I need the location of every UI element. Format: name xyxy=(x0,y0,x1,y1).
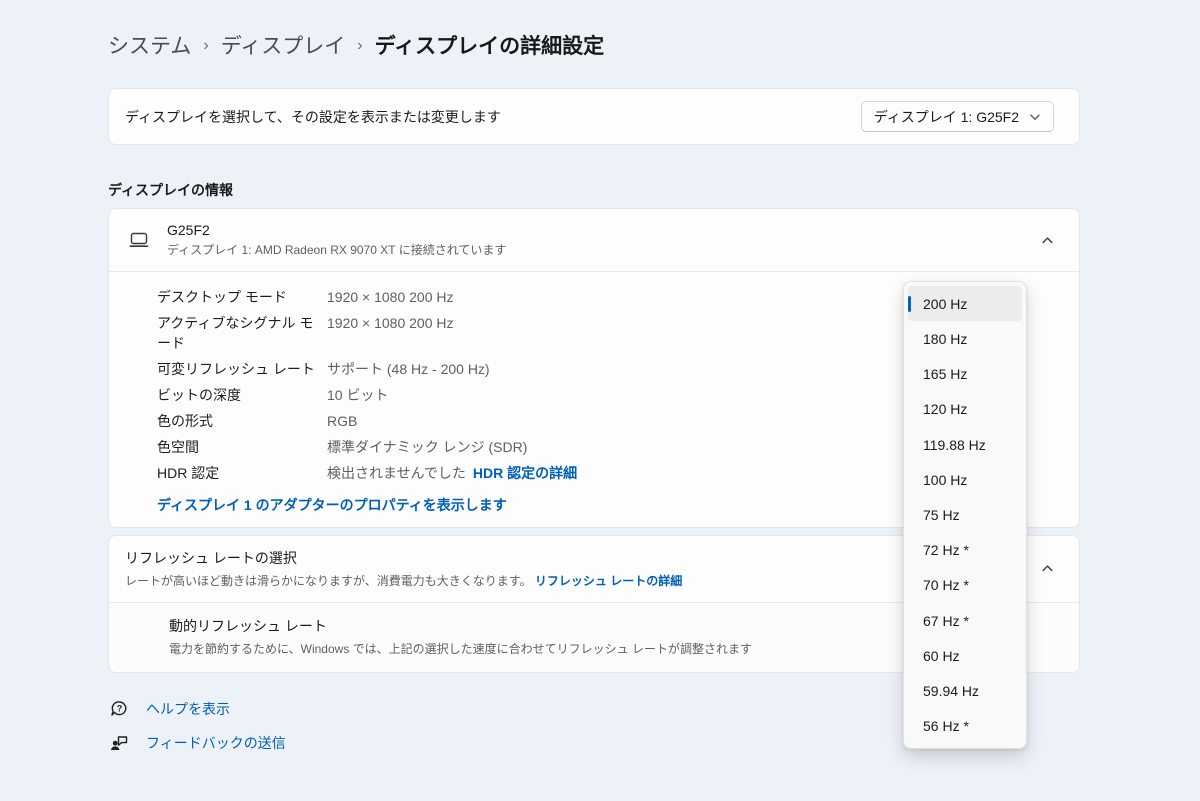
refresh-rate-option-label: 119.88 Hz xyxy=(923,436,986,453)
refresh-rate-description-text: レートが高いほど動きは滑らかになりますが、消費電力も大きくなります。 xyxy=(125,574,532,588)
refresh-rate-option-label: 180 Hz xyxy=(923,330,968,347)
breadcrumb: システム › ディスプレイ › ディスプレイの詳細設定 xyxy=(108,30,1080,60)
refresh-rate-option[interactable]: 60 Hz xyxy=(908,638,1022,673)
breadcrumb-display[interactable]: ディスプレイ xyxy=(221,30,346,60)
refresh-rate-option[interactable]: 119.88 Hz xyxy=(908,427,1022,462)
refresh-rate-option-label: 100 Hz xyxy=(923,471,968,488)
refresh-rate-option[interactable]: 56 Hz * xyxy=(908,709,1022,744)
display-info-header-text: G25F2 ディスプレイ 1: AMD Radeon RX 9070 XT に接… xyxy=(167,222,1041,258)
hdr-certification-link[interactable]: HDR 認定の詳細 xyxy=(473,463,577,483)
refresh-rate-option-label: 165 Hz xyxy=(923,366,968,383)
breadcrumb-separator: › xyxy=(203,37,209,54)
refresh-rate-option-label: 120 Hz xyxy=(923,401,968,418)
display-selector-dropdown[interactable]: ディスプレイ 1: G25F2 xyxy=(860,101,1054,132)
display-info-section-title: ディスプレイの情報 xyxy=(108,182,234,198)
refresh-rate-option[interactable]: 180 Hz xyxy=(908,321,1022,356)
refresh-rate-option[interactable]: 59.94 Hz xyxy=(908,674,1022,709)
refresh-rate-option[interactable]: 200 Hz xyxy=(908,286,1022,322)
breadcrumb-separator: › xyxy=(357,37,363,54)
refresh-rate-option[interactable]: 67 Hz * xyxy=(908,603,1022,638)
property-label: 色の形式 xyxy=(157,413,213,429)
refresh-rate-option[interactable]: 165 Hz xyxy=(908,356,1022,391)
refresh-rate-option-label: 72 Hz * xyxy=(923,542,969,559)
property-value: サポート (48 Hz - 200 Hz) xyxy=(327,361,490,377)
refresh-rate-option-label: 200 Hz xyxy=(923,295,968,312)
refresh-rate-option-label: 59.94 Hz xyxy=(923,683,980,700)
property-value: RGB xyxy=(327,413,358,429)
property-label: 可変リフレッシュ レート xyxy=(157,361,315,377)
refresh-rate-option-label: 56 Hz * xyxy=(923,718,969,735)
chevron-down-icon xyxy=(1029,111,1041,123)
refresh-rate-option[interactable]: 70 Hz * xyxy=(908,568,1022,603)
property-value: 1920 × 1080 200 Hz xyxy=(327,315,454,331)
property-label: アクティブなシグナル モード xyxy=(157,315,314,351)
refresh-rate-option-label: 70 Hz * xyxy=(923,577,969,594)
svg-text:?: ? xyxy=(117,704,123,714)
send-feedback-link[interactable]: フィードバックの送信 xyxy=(146,733,286,753)
refresh-rate-option[interactable]: 75 Hz xyxy=(908,497,1022,532)
property-value: 標準ダイナミック レンジ (SDR) xyxy=(327,439,528,455)
refresh-rate-option-label: 67 Hz * xyxy=(923,612,969,629)
feedback-icon xyxy=(108,733,130,753)
page-title: ディスプレイの詳細設定 xyxy=(374,35,605,58)
property-label: デスクトップ モード xyxy=(157,289,287,305)
refresh-rate-learn-more-link[interactable]: リフレッシュ レートの詳細 xyxy=(535,574,682,588)
device-name: G25F2 xyxy=(167,222,210,238)
help-icon: ? xyxy=(108,699,130,719)
property-label: HDR 認定 xyxy=(157,465,220,481)
display-info-header[interactable]: G25F2 ディスプレイ 1: AMD Radeon RX 9070 XT に接… xyxy=(109,209,1079,271)
selected-indicator xyxy=(908,295,911,312)
get-help-link[interactable]: ヘルプを表示 xyxy=(146,699,230,719)
property-label: 色空間 xyxy=(157,439,199,455)
display-selector-label: ディスプレイを選択して、その設定を表示または変更します xyxy=(125,108,501,125)
property-label: ビットの深度 xyxy=(157,387,241,403)
adapter-properties-link[interactable]: ディスプレイ 1 のアダプターのプロパティを表示します xyxy=(157,495,507,515)
refresh-rate-option-label: 60 Hz xyxy=(923,647,960,664)
property-value: 10 ビット xyxy=(327,387,389,403)
display-selector-card: ディスプレイを選択して、その設定を表示または変更します ディスプレイ 1: G2… xyxy=(108,88,1080,145)
refresh-rate-flyout: 200 Hz 180 Hz 165 Hz 120 Hz 119.88 Hz 100 Hz 7… xyxy=(903,281,1027,749)
refresh-rate-option[interactable]: 72 Hz * xyxy=(908,533,1022,568)
breadcrumb-system[interactable]: システム xyxy=(108,30,191,60)
chevron-up-icon[interactable] xyxy=(1041,562,1054,575)
monitor-icon xyxy=(125,229,153,251)
display-selector-value: ディスプレイ 1: G25F2 xyxy=(873,108,1019,125)
refresh-rate-option[interactable]: 120 Hz xyxy=(908,392,1022,427)
property-value: 1920 × 1080 200 Hz xyxy=(327,289,454,305)
property-value: 検出されませんでした xyxy=(327,465,466,481)
refresh-rate-option[interactable]: 100 Hz xyxy=(908,462,1022,497)
refresh-rate-option-label: 75 Hz xyxy=(923,507,960,524)
chevron-up-icon[interactable] xyxy=(1041,234,1054,247)
device-subtitle: ディスプレイ 1: AMD Radeon RX 9070 XT に接続されていま… xyxy=(167,243,507,257)
